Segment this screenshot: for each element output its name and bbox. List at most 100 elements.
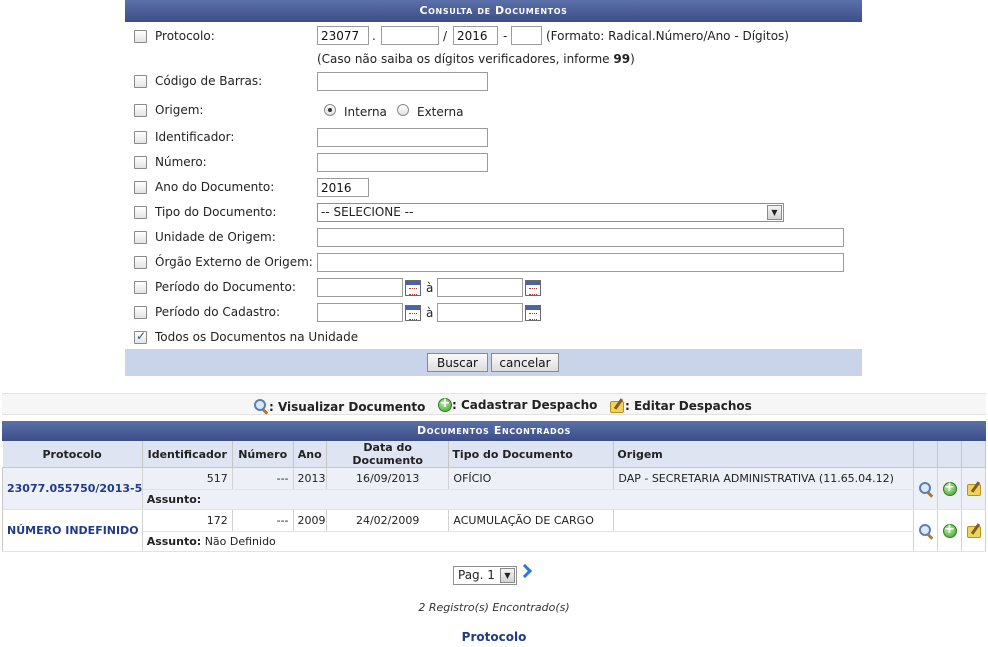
calendar-icon[interactable] bbox=[525, 305, 541, 321]
results-panel: Documentos Encontrados Protocolo Identif… bbox=[2, 421, 987, 552]
search-icon bbox=[918, 523, 934, 539]
origem-label: Origem: bbox=[155, 103, 204, 117]
codigo-barras-checkbox[interactable] bbox=[134, 75, 147, 88]
search-icon bbox=[253, 398, 269, 414]
table-row-assunto: Assunto: bbox=[3, 489, 986, 510]
cell-numero: --- bbox=[232, 509, 294, 532]
protocolo-link[interactable]: 23077.055750/2013-53 bbox=[2, 467, 143, 510]
col-protocolo: Protocolo bbox=[2, 441, 143, 468]
cell-identificador: 517 bbox=[142, 467, 233, 490]
form-footer: Buscar cancelar bbox=[125, 349, 862, 376]
table-header-row: Protocolo Identificador Número Ano Data … bbox=[2, 441, 987, 468]
row-ano-documento: Ano do Documento: bbox=[125, 177, 862, 199]
protocolo-checkbox[interactable] bbox=[134, 30, 147, 43]
edit-icon bbox=[966, 523, 982, 538]
codigo-barras-input[interactable] bbox=[317, 72, 488, 91]
codigo-barras-label: Código de Barras: bbox=[155, 74, 263, 88]
protocolo-label: Protocolo: bbox=[155, 29, 215, 43]
cell-identificador: 172 bbox=[142, 509, 233, 532]
cell-origem bbox=[613, 509, 915, 532]
row-tipo-documento: Tipo do Documento: -- SELECIONE -- ▼ bbox=[125, 202, 862, 224]
periodo-documento-from-input[interactable] bbox=[317, 278, 403, 297]
page-select[interactable]: Pag. 1 ▼ bbox=[453, 566, 517, 585]
tipo-documento-checkbox[interactable] bbox=[134, 206, 147, 219]
search-icon bbox=[918, 481, 934, 497]
orgao-externo-checkbox[interactable] bbox=[134, 256, 147, 269]
col-ano: Ano bbox=[293, 441, 327, 468]
visualizar-button[interactable] bbox=[913, 467, 939, 510]
origem-interna-radio[interactable] bbox=[324, 104, 336, 116]
protocolo-ano-input[interactable] bbox=[453, 26, 498, 45]
form-title: Consulta de Documentos bbox=[125, 0, 862, 22]
cell-origem: DAP - SECRETARIA ADMINISTRATIVA (11.65.0… bbox=[613, 467, 915, 490]
protocolo-link[interactable]: NÚMERO INDEFINIDO bbox=[2, 509, 143, 552]
periodo-cadastro-sep: à bbox=[426, 306, 434, 320]
table-row: 23077.055750/2013-53 517 --- 2013 16/09/… bbox=[2, 467, 987, 510]
editar-despachos-button[interactable] bbox=[961, 509, 987, 552]
table-row-assunto: Assunto: Não Definido bbox=[3, 531, 986, 552]
cell-numero: --- bbox=[232, 467, 294, 490]
protocolo-sep-dash: - bbox=[503, 29, 508, 43]
legend-editar: : Editar Despachos bbox=[609, 398, 752, 413]
origem-externa-radio[interactable] bbox=[397, 104, 409, 116]
periodo-documento-checkbox[interactable] bbox=[134, 281, 147, 294]
periodo-cadastro-label: Período do Cadastro: bbox=[155, 305, 281, 319]
cancelar-button[interactable]: cancelar bbox=[491, 353, 559, 372]
next-page-icon[interactable] bbox=[518, 563, 532, 579]
chevron-down-icon[interactable]: ▼ bbox=[500, 568, 515, 583]
row-orgao-externo: Órgão Externo de Origem: bbox=[125, 252, 862, 274]
protocolo-menu-link[interactable]: Protocolo bbox=[0, 630, 988, 644]
editar-despachos-button[interactable] bbox=[961, 467, 987, 510]
periodo-documento-label: Período do Documento: bbox=[155, 280, 296, 294]
cell-assunto: Assunto: bbox=[142, 489, 915, 510]
cell-ano: 2009 bbox=[293, 509, 327, 532]
legend-cadastrar: : Cadastrar Despacho bbox=[438, 396, 597, 412]
origem-checkbox[interactable] bbox=[134, 104, 147, 117]
row-protocolo: Protocolo: . / - (Formato: Radical.Númer… bbox=[125, 26, 862, 48]
cadastrar-despacho-button[interactable] bbox=[937, 467, 962, 510]
orgao-externo-label: Órgão Externo de Origem: bbox=[155, 255, 313, 269]
protocolo-help: (Caso não saiba os dígitos verificadores… bbox=[317, 52, 635, 66]
row-todos-documentos: Todos os Documentos na Unidade bbox=[125, 327, 862, 349]
periodo-cadastro-to-input[interactable] bbox=[437, 303, 523, 322]
tipo-documento-select[interactable]: -- SELECIONE -- ▼ bbox=[317, 203, 784, 222]
todos-documentos-checkbox[interactable] bbox=[134, 329, 147, 344]
numero-input[interactable] bbox=[317, 153, 488, 172]
chevron-down-icon[interactable]: ▼ bbox=[767, 205, 782, 220]
origem-interna-label: Interna bbox=[344, 105, 387, 119]
ano-documento-input[interactable] bbox=[317, 178, 369, 197]
orgao-externo-input[interactable] bbox=[317, 253, 844, 272]
calendar-icon[interactable] bbox=[405, 305, 421, 321]
protocolo-radical-input[interactable] bbox=[317, 26, 369, 45]
periodo-cadastro-from-input[interactable] bbox=[317, 303, 403, 322]
identificador-checkbox[interactable] bbox=[134, 131, 147, 144]
tipo-documento-value: -- SELECIONE -- bbox=[321, 205, 414, 219]
page-select-value: Pag. 1 bbox=[458, 568, 495, 582]
results-table: Protocolo Identificador Número Ano Data … bbox=[2, 441, 987, 552]
calendar-icon[interactable] bbox=[525, 280, 541, 296]
buscar-button[interactable]: Buscar bbox=[427, 353, 488, 372]
col-action-2 bbox=[937, 441, 962, 468]
periodo-documento-to-input[interactable] bbox=[437, 278, 523, 297]
protocolo-digitos-input[interactable] bbox=[511, 26, 542, 45]
cell-data: 24/02/2009 bbox=[326, 509, 450, 532]
search-form: Consulta de Documentos Protocolo: . / - … bbox=[125, 0, 862, 376]
periodo-cadastro-checkbox[interactable] bbox=[134, 306, 147, 319]
edit-icon bbox=[966, 481, 982, 496]
identificador-label: Identificador: bbox=[155, 130, 235, 144]
row-periodo-cadastro: Período do Cadastro: à bbox=[125, 302, 862, 324]
unidade-origem-input[interactable] bbox=[317, 228, 844, 247]
ano-documento-checkbox[interactable] bbox=[134, 181, 147, 194]
protocolo-numero-input[interactable] bbox=[381, 26, 439, 45]
col-action-1 bbox=[913, 441, 939, 468]
cadastrar-despacho-button[interactable] bbox=[937, 509, 962, 552]
row-codigo-barras: Código de Barras: bbox=[125, 71, 862, 93]
unidade-origem-checkbox[interactable] bbox=[134, 231, 147, 244]
numero-checkbox[interactable] bbox=[134, 156, 147, 169]
col-tipo: Tipo do Documento bbox=[448, 441, 615, 468]
identificador-input[interactable] bbox=[317, 128, 488, 147]
col-identificador: Identificador bbox=[142, 441, 233, 468]
visualizar-button[interactable] bbox=[913, 509, 939, 552]
calendar-icon[interactable] bbox=[405, 280, 421, 296]
row-origem: Origem: Interna Externa bbox=[125, 100, 862, 122]
